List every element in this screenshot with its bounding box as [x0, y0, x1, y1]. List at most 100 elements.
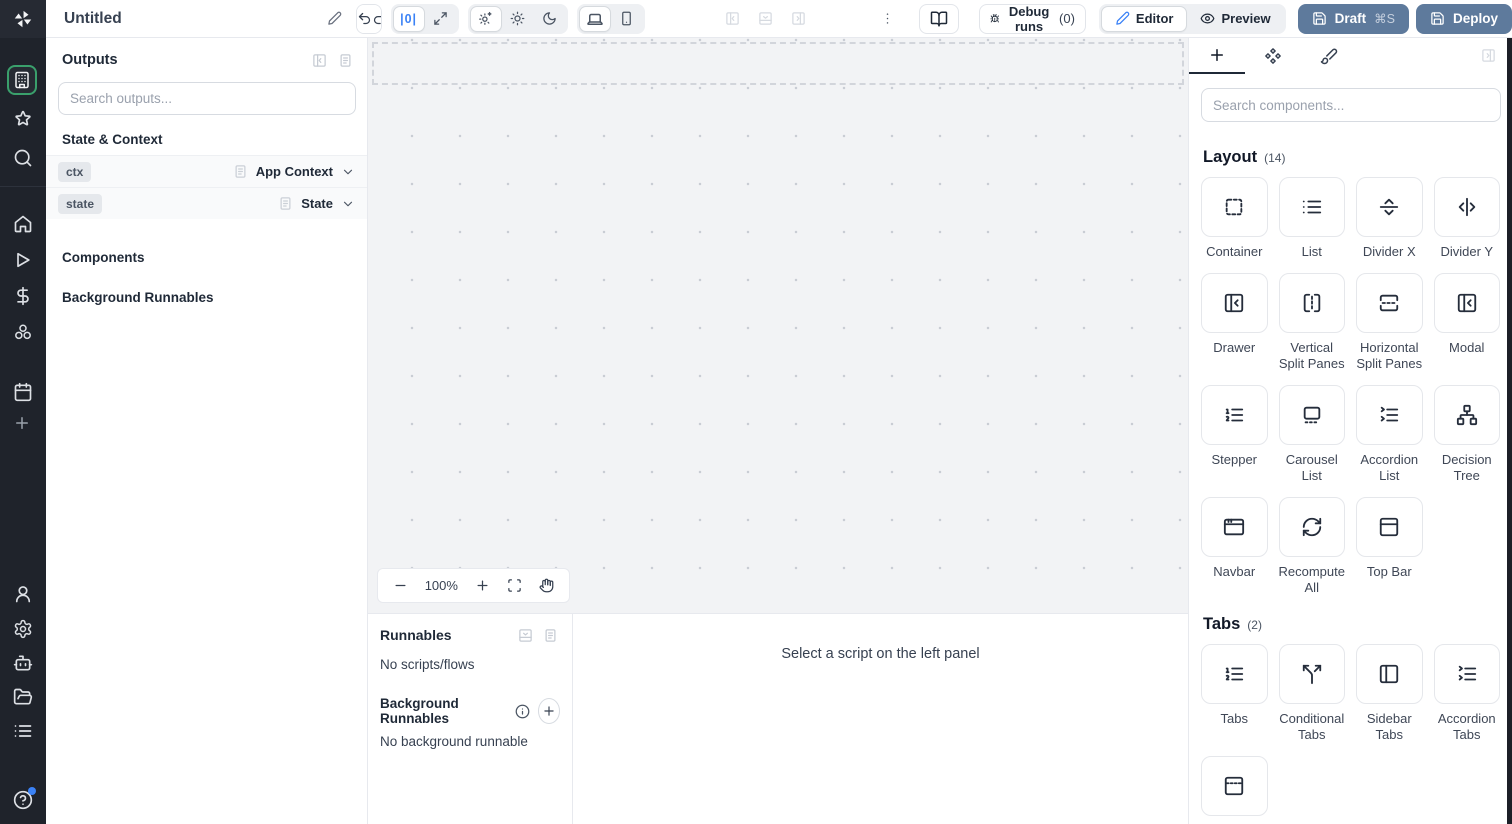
component-card-divider-y[interactable]: Divider Y — [1433, 177, 1500, 260]
windmill-logo[interactable] — [0, 0, 46, 38]
container-icon — [1226, 198, 1243, 216]
sidebar-item-settings[interactable] — [13, 619, 33, 639]
theme-light-button[interactable] — [502, 6, 534, 32]
pencil-icon — [1115, 11, 1130, 26]
theme-dark-button[interactable] — [534, 6, 566, 32]
expand-json-icon[interactable] — [338, 53, 353, 68]
desktop-view-button[interactable] — [578, 5, 611, 32]
component-card-modal[interactable]: Modal — [1433, 273, 1500, 372]
zoom-in-button[interactable] — [475, 578, 490, 593]
sidebar-item-runs[interactable] — [13, 250, 33, 270]
pan-tool-button[interactable] — [539, 578, 554, 593]
component-card-horizontal-split[interactable]: Horizontal Split Panes — [1356, 273, 1423, 372]
tab-component-settings[interactable] — [1245, 38, 1301, 74]
more-options-button[interactable] — [880, 11, 895, 26]
redo-button[interactable] — [371, 4, 381, 33]
center-canvas-button[interactable]: |0| — [392, 5, 425, 32]
list-icon — [14, 725, 32, 737]
tabs-component-grid: Tabs Conditional Tabs Sidebar Tabs Accor… — [1201, 644, 1500, 824]
component-card-conditional-tabs[interactable]: Conditional Tabs — [1278, 644, 1345, 743]
chevron-down-icon[interactable] — [341, 197, 355, 211]
component-card-list[interactable]: List — [1278, 177, 1345, 260]
info-icon[interactable] — [515, 704, 530, 719]
component-card-invisible-tabs[interactable] — [1201, 756, 1268, 823]
sidebar-item-ai[interactable] — [13, 653, 33, 673]
sidebar-item-schedules[interactable] — [13, 382, 33, 402]
toggle-left-panel-icon[interactable] — [725, 11, 740, 26]
component-card-carousel-list[interactable]: Carousel List — [1278, 385, 1345, 484]
canvas-zoom-toolbar: 100% — [377, 568, 570, 603]
gear-icon — [14, 619, 32, 639]
docs-button[interactable] — [918, 3, 959, 34]
preview-label: Preview — [1221, 11, 1271, 26]
app-canvas[interactable]: 100% — [368, 38, 1188, 613]
sidebar-item-account[interactable] — [13, 584, 33, 604]
json-preview-icon[interactable] — [233, 164, 248, 179]
center-canvas-icon: |0| — [400, 11, 418, 26]
sidebar-item-search[interactable] — [13, 148, 33, 168]
conditional-tabs-icon — [1302, 664, 1321, 685]
json-preview-icon[interactable] — [278, 196, 293, 211]
theme-auto-button[interactable] — [469, 5, 502, 32]
component-card-navbar[interactable]: Navbar — [1201, 497, 1268, 596]
empty-grid-dropzone[interactable] — [372, 42, 1184, 85]
mobile-view-button[interactable] — [611, 6, 643, 32]
carousel-icon — [1303, 406, 1320, 424]
sidebar-item-folders[interactable] — [13, 687, 33, 707]
add-background-runnable-button[interactable] — [537, 698, 560, 724]
preview-tab[interactable]: Preview — [1187, 6, 1283, 32]
chevron-down-icon[interactable] — [341, 165, 355, 179]
toggle-bottom-panel-icon[interactable] — [758, 11, 773, 26]
toggle-right-panel-icon[interactable] — [791, 11, 806, 26]
zoom-out-button[interactable] — [393, 578, 408, 593]
accordion-icon — [1381, 406, 1399, 422]
hand-icon — [539, 578, 554, 593]
collapse-right-panel-icon[interactable] — [1481, 48, 1496, 63]
search-components-input[interactable] — [1201, 88, 1501, 122]
background-runnables-heading: Background Runnables — [62, 290, 214, 305]
component-card-accordion-tabs[interactable]: Accordion Tabs — [1433, 644, 1500, 743]
debug-runs-button[interactable]: Debug runs (0) — [978, 3, 1086, 34]
fit-view-button[interactable] — [507, 578, 522, 593]
sidebar-item-help[interactable] — [13, 787, 36, 810]
component-card-drawer[interactable]: Drawer — [1201, 273, 1268, 372]
collapse-panel-icon[interactable] — [312, 53, 327, 68]
deploy-button[interactable]: Deploy — [1415, 3, 1512, 34]
debug-runs-label: Debug runs — [1008, 3, 1050, 34]
sidebar-item-resources[interactable] — [13, 322, 33, 342]
sidebar-item-apps-active[interactable] — [7, 65, 37, 95]
home-icon — [14, 215, 32, 233]
component-card-top-bar[interactable]: Top Bar — [1356, 497, 1423, 596]
scan-icon — [508, 579, 521, 592]
undo-button[interactable] — [356, 4, 372, 33]
component-card-sidebar-tabs[interactable]: Sidebar Tabs — [1356, 644, 1423, 743]
sidebar-item-add[interactable] — [13, 414, 33, 434]
sidebar-item-home[interactable] — [13, 214, 33, 234]
tab-insert-component[interactable] — [1189, 38, 1245, 74]
tab-styling[interactable] — [1301, 38, 1357, 74]
sidebar-item-variables[interactable] — [13, 286, 33, 306]
component-card-container[interactable]: Container — [1201, 177, 1268, 260]
component-card-recompute-all[interactable]: Recompute All — [1278, 497, 1345, 596]
divider-x-icon — [1380, 198, 1399, 216]
component-card-tabs[interactable]: Tabs — [1201, 644, 1268, 743]
draft-button[interactable]: Draft ⌘S — [1297, 3, 1409, 34]
edit-title-icon[interactable] — [327, 11, 342, 26]
boxes-icon — [15, 324, 31, 340]
component-card-accordion-list[interactable]: Accordion List — [1356, 385, 1423, 484]
component-card-vertical-split[interactable]: Vertical Split Panes — [1278, 273, 1345, 372]
collapse-bottom-panel-icon[interactable] — [518, 628, 533, 643]
search-outputs-input[interactable] — [58, 82, 356, 115]
component-card-decision-tree[interactable]: Decision Tree — [1433, 385, 1500, 484]
maximize-canvas-button[interactable] — [425, 6, 457, 32]
component-card-divider-x[interactable]: Divider X — [1356, 177, 1423, 260]
sidebar-item-logs[interactable] — [13, 721, 33, 741]
sidebar-item-favorites[interactable] — [13, 109, 33, 129]
editor-tab[interactable]: Editor — [1100, 5, 1188, 32]
output-row-ctx[interactable]: ctx App Context — [46, 155, 367, 187]
output-row-state[interactable]: state State — [46, 187, 367, 219]
app-title[interactable]: Untitled — [64, 10, 122, 28]
component-card-stepper[interactable]: Stepper — [1201, 385, 1268, 484]
docs-panel-icon[interactable] — [543, 628, 558, 643]
notification-dot — [28, 787, 36, 795]
